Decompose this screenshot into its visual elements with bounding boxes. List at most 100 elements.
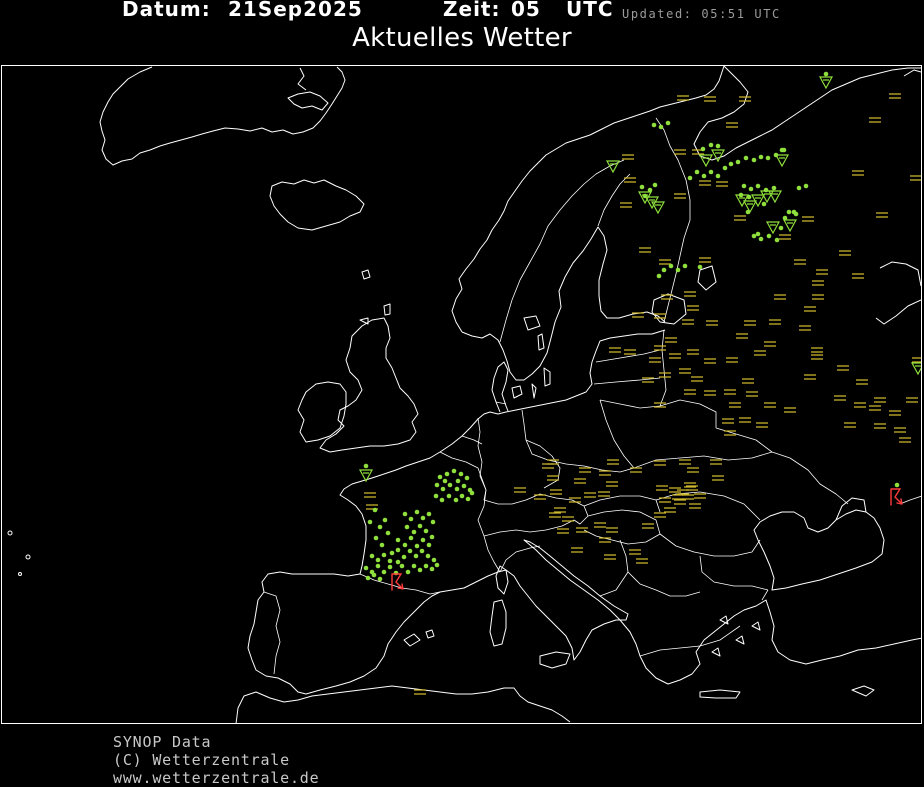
fog-icon — [664, 507, 676, 513]
rain-dot-icon — [389, 550, 395, 556]
fog-icon — [604, 554, 616, 560]
rain-dot-icon — [741, 183, 747, 189]
rain-dot-icon — [375, 557, 381, 563]
rain-dot-icon — [371, 572, 377, 578]
fog-icon — [642, 523, 654, 529]
fog-icon — [724, 430, 736, 436]
fog-icon — [779, 234, 791, 240]
fog-icon — [654, 512, 666, 518]
fog-icon — [562, 516, 574, 522]
fog-icon — [812, 294, 824, 300]
rain-dot-icon — [446, 493, 452, 499]
page-title: Aktuelles Wetter — [352, 23, 572, 53]
coastline-black-sea — [753, 497, 885, 591]
fog-icon — [729, 402, 741, 408]
rain-dot-icon — [455, 478, 461, 484]
fog-icon — [574, 478, 586, 484]
fog-icon — [699, 257, 711, 263]
time-zone: UTC — [566, 0, 614, 21]
rain-dot-icon — [440, 486, 446, 492]
fog-icon — [606, 527, 618, 533]
rain-dot-icon — [661, 267, 667, 273]
rain-dot-icon — [434, 562, 440, 568]
footer-copyright: (C) Wetterzentrale — [113, 751, 290, 769]
rain-dot-icon — [453, 497, 459, 503]
fog-icon — [630, 467, 642, 473]
rain-dot-icon — [722, 165, 728, 171]
fog-icon — [669, 353, 681, 359]
fog-icon — [639, 247, 651, 253]
date-label: Datum: — [122, 0, 211, 21]
fog-icon — [689, 503, 701, 509]
rain-dot-icon — [469, 490, 475, 496]
border-germany — [461, 401, 561, 505]
rain-dot-icon — [751, 233, 757, 239]
rain-dot-icon — [408, 516, 414, 522]
fog-icon — [599, 470, 611, 476]
rain-dot-icon — [437, 474, 443, 480]
rain-dot-icon — [761, 201, 767, 207]
coastline-north-africa — [235, 685, 571, 723]
fog-icon — [607, 459, 619, 465]
coastline-mainland — [247, 329, 921, 695]
fog-icon — [606, 481, 618, 487]
fog-icon — [889, 93, 901, 99]
fog-icon — [691, 376, 703, 382]
fog-icon — [906, 397, 918, 403]
fog-icon — [794, 259, 806, 265]
rain-dot-icon — [652, 182, 658, 188]
rain-dot-icon — [402, 542, 408, 548]
coastline-atlantic-islet — [7, 530, 13, 536]
rain-dot-icon — [442, 478, 448, 484]
rain-dot-icon — [444, 471, 450, 477]
rain-dot-icon — [458, 471, 464, 477]
fog-icon — [622, 154, 634, 160]
fog-icon — [739, 417, 751, 423]
rain-dot-icon — [715, 173, 721, 179]
fog-icon — [811, 347, 823, 353]
fog-icon — [620, 202, 632, 208]
fog-icon — [804, 374, 816, 380]
fog-icon — [852, 170, 864, 176]
fog-icon — [704, 358, 716, 364]
fog-icon — [672, 494, 684, 500]
rain-dot-icon — [682, 263, 688, 269]
rain-dot-icon — [417, 523, 423, 529]
rain-dot-icon — [668, 263, 674, 269]
rain-dot-icon — [758, 154, 764, 160]
rain-dot-icon — [454, 486, 460, 492]
rain-dot-icon — [771, 185, 777, 191]
rain-dot-icon — [803, 183, 809, 189]
rain-dot-icon — [363, 565, 369, 571]
rain-dot-icon — [735, 159, 741, 165]
coastline-iceland — [269, 179, 365, 231]
fog-icon — [549, 512, 561, 518]
rain-dot-icon — [708, 142, 714, 148]
fog-icon — [764, 402, 776, 408]
rain-dot-icon — [434, 482, 440, 488]
rain-dot-icon — [423, 528, 429, 534]
border-poland — [521, 399, 635, 473]
coastline-jutland — [491, 361, 523, 413]
fog-icon — [869, 405, 881, 411]
rain-dot-icon — [751, 157, 757, 163]
fog-icon — [659, 497, 671, 503]
fog-icon — [679, 459, 691, 465]
fog-icon — [724, 389, 736, 395]
fog-icon — [679, 368, 691, 374]
rain-dot-icon — [766, 233, 772, 239]
weather-map — [1, 65, 922, 724]
fog-icon — [694, 493, 706, 499]
rain-dot-icon — [675, 267, 681, 273]
border-alps — [483, 493, 589, 573]
border-norway-sweden — [499, 159, 625, 343]
fog-icon — [876, 212, 888, 218]
fog-icon — [746, 391, 758, 397]
rain-dot-icon — [405, 569, 411, 575]
fog-icon — [754, 350, 766, 356]
coastline-atlantic-islet — [25, 554, 31, 560]
fog-icon — [856, 379, 868, 385]
rain-dot-icon — [665, 120, 671, 126]
rain-dot-icon — [786, 209, 792, 215]
rain-dot-icon — [381, 552, 387, 558]
